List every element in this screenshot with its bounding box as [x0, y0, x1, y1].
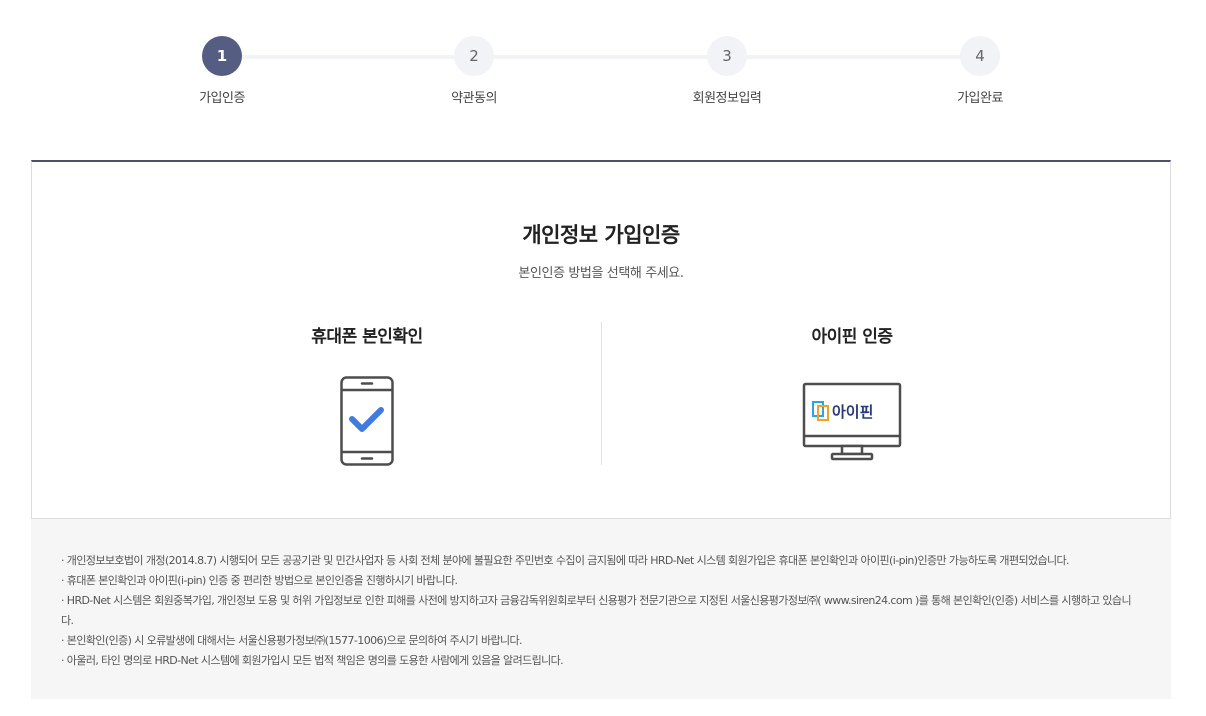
smartphone-check-icon	[340, 376, 394, 466]
step-4-label: 가입완료	[957, 91, 1003, 106]
step-1-label: 가입인증	[199, 91, 245, 106]
step-3: 3 회원정보입력	[647, 36, 807, 106]
stepper-line	[222, 55, 980, 59]
ipin-logo-text: 아이핀	[832, 403, 873, 421]
notice-item: · 아울러, 타인 명의로 HRD-Net 시스템에 회원가입시 모든 법적 책…	[61, 654, 564, 667]
ipin-verification-button[interactable]: 아이핀 인증 아이핀	[682, 322, 1022, 472]
step-2-label: 약관동의	[451, 91, 497, 106]
signup-stepper: 1 가입인증 2 약관동의 3 회원정보입력 4 가입완료	[0, 0, 1206, 130]
certification-panel: 개인정보 가입인증 본인인증 방법을 선택해 주세요. 휴대폰 본인확인 아이핀…	[31, 160, 1171, 519]
page-subtitle: 본인인증 방법을 선택해 주세요.	[518, 266, 684, 281]
phone-verification-button[interactable]: 휴대폰 본인확인	[197, 322, 537, 472]
notice-panel: · 개인정보보호법이 개정(2014.8.7) 시행되어 모든 공공기관 및 민…	[31, 519, 1171, 699]
step-1: 1 가입인증	[142, 36, 302, 106]
ipin-verification-title: 아이핀 인증	[811, 327, 893, 347]
step-3-number: 3	[707, 36, 747, 76]
notice-item: · 휴대폰 본인확인과 아이핀(i-pin) 인증 중 편리한 방법으로 본인인…	[61, 574, 458, 587]
step-1-number: 1	[202, 36, 242, 76]
step-2: 2 약관동의	[394, 36, 554, 106]
notice-item: · 개인정보보호법이 개정(2014.8.7) 시행되어 모든 공공기관 및 민…	[61, 554, 1070, 567]
step-4: 4 가입완료	[900, 36, 1060, 106]
phone-verification-title: 휴대폰 본인확인	[311, 327, 423, 347]
monitor-ipin-icon: 아이핀	[802, 382, 902, 461]
step-3-label: 회원정보입력	[692, 91, 762, 106]
method-divider	[601, 322, 602, 465]
step-4-number: 4	[960, 36, 1000, 76]
step-2-number: 2	[454, 36, 494, 76]
notice-item: · HRD-Net 시스템은 회원중복가입, 개인정보 도용 및 허위 가입정보…	[61, 594, 1132, 627]
notice-list: · 개인정보보호법이 개정(2014.8.7) 시행되어 모든 공공기관 및 민…	[61, 551, 1143, 671]
notice-item: · 본인확인(인증) 시 오류발생에 대해서는 서울신용평가정보㈜(1577-1…	[61, 634, 523, 647]
page-title: 개인정보 가입인증	[522, 223, 680, 247]
